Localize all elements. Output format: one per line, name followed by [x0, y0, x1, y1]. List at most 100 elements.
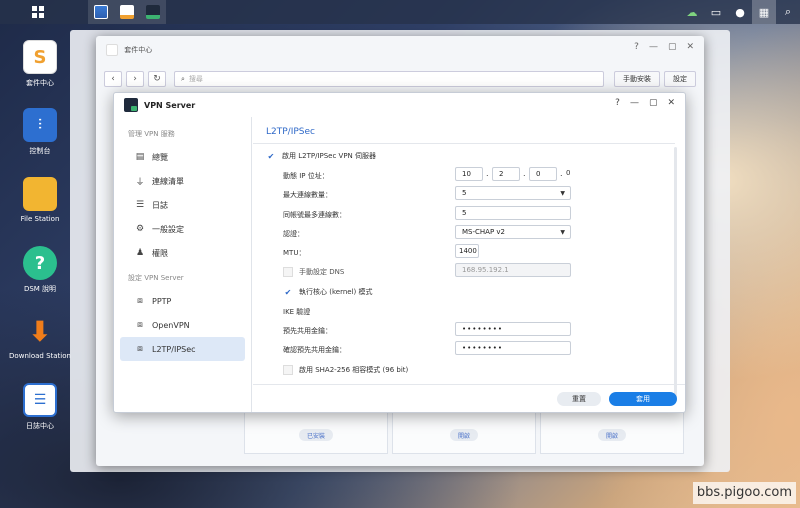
max-connections-select[interactable]: 5 ▼ [455, 186, 571, 200]
taskbar-vpn-server[interactable] [140, 0, 166, 24]
desktop-icon-label: 控制台 [29, 147, 51, 155]
sidebar-item-connection-list[interactable]: ⏚ 連線清單 [120, 169, 245, 193]
window-title: VPN Server [144, 100, 196, 110]
sidebar-item-pptp[interactable]: ⧈ PPTP [120, 289, 245, 313]
close-icon[interactable]: ✕ [686, 42, 694, 52]
desktop-icon-download-station[interactable]: ⬇ Download Station [4, 314, 76, 361]
desktop-icon-label: File Station [20, 215, 60, 223]
list-icon: ☰ [135, 200, 145, 210]
ip-octet-3-input[interactable]: 0 [529, 167, 557, 181]
log-center-icon: ☰ [23, 383, 57, 417]
plug-icon: ⏚ [135, 177, 145, 188]
taskbar-package-center[interactable] [88, 0, 114, 24]
network-icon: ⧈ [137, 296, 143, 306]
package-center-icon: S [23, 40, 57, 74]
desktop-icon-control-panel[interactable]: ⫶ 控制台 [4, 108, 76, 156]
open-button[interactable]: 開啟 [597, 429, 627, 441]
manual-dns-checkbox[interactable] [283, 267, 293, 277]
ip-separator: . [486, 169, 489, 178]
sidebar-item-overview[interactable]: ▤ 總覽 [120, 145, 245, 169]
help-icon[interactable]: ? [634, 42, 639, 52]
watermark: bbs.pigoo.com [692, 482, 796, 504]
sidebar-item-log[interactable]: ☰ 日誌 [120, 193, 245, 217]
search-icon[interactable]: ⌕ [776, 0, 800, 24]
sidebar-item-l2tp-ipsec[interactable]: ⧈ L2TP/IPSec [120, 337, 245, 361]
divider [253, 143, 675, 144]
overview-icon: ▤ [135, 152, 145, 162]
open-button[interactable]: 開啟 [449, 429, 479, 441]
sha2-checkbox[interactable] [283, 365, 293, 375]
widgets-icon[interactable]: ▦ [752, 0, 776, 24]
enable-l2tp-row: ✔ 啟用 L2TP/IPSec VPN 伺服器 [266, 151, 377, 161]
psk-input[interactable]: •••••••• [455, 322, 571, 336]
network-icon: ⧈ [137, 320, 143, 330]
window-controls: ? — ▢ ✕ [615, 98, 675, 108]
ip-octet-1-input[interactable]: 10 [455, 167, 483, 181]
desktop-icon-label: Download Station [9, 352, 71, 360]
main-menu-grid-icon[interactable] [24, 0, 52, 24]
ip-separator: . [560, 169, 563, 178]
toolbar: ‹ › ↻ ⌕ 搜尋 手動安裝 設定 [104, 68, 696, 90]
forward-button[interactable]: › [126, 71, 144, 87]
search-icon: ⌕ [181, 74, 185, 83]
kernel-mode-checkbox[interactable]: ✔ [283, 287, 293, 297]
vpn-server-window: VPN Server ? — ▢ ✕ 管理 VPN 服務 ▤ 總覽 ⏚ 連線清單… [113, 92, 686, 413]
dns-input[interactable]: 168.95.192.1 [455, 263, 571, 277]
reset-button[interactable]: 重置 [557, 392, 601, 406]
chat-icon[interactable]: ▭ [704, 0, 728, 24]
sidebar: 管理 VPN 服務 ▤ 總覽 ⏚ 連線清單 ☰ 日誌 ⚙ 一般設定 ♟ 權限 設… [114, 117, 252, 412]
dropdown-caret-icon: ▼ [560, 190, 565, 197]
kernel-mode-row: ✔ 執行核心 (kernel) 模式 [283, 287, 373, 297]
sha2-row: 啟用 SHA2-256 相容模式 (96 bit) [283, 365, 408, 375]
ip-octet-2-input[interactable]: 2 [492, 167, 520, 181]
desktop-icon-dsm-help[interactable]: ? DSM 說明 [4, 246, 76, 294]
desktop-icon-label: 日誌中心 [26, 422, 54, 430]
settings-panel: L2TP/IPSec ✔ 啟用 L2TP/IPSec VPN 伺服器 動態 IP… [253, 117, 685, 412]
ip-octet-4-value: 0 [566, 169, 571, 177]
minimize-icon[interactable]: — [649, 42, 658, 52]
sidebar-item-privileges[interactable]: ♟ 權限 [120, 241, 245, 265]
gear-icon: ⚙ [135, 224, 145, 234]
user-icon[interactable]: ● [728, 0, 752, 24]
desktop-icon-log-center[interactable]: ☰ 日誌中心 [4, 383, 76, 431]
apply-button[interactable]: 套用 [609, 392, 677, 406]
search-input[interactable]: ⌕ 搜尋 [174, 71, 604, 87]
max-same-account-label: 同帳號最多連線數： [283, 211, 346, 219]
minimize-icon[interactable]: — [630, 98, 639, 108]
sidebar-item-openvpn[interactable]: ⧈ OpenVPN [120, 313, 245, 337]
cloud-sync-icon[interactable]: ☁ [680, 0, 704, 24]
installed-button[interactable]: 已安裝 [298, 429, 334, 441]
taskbar-text-editor[interactable] [114, 0, 140, 24]
desktop-icon-package-center[interactable]: S 套件中心 [4, 40, 76, 88]
auth-select[interactable]: MS-CHAP v2 ▼ [455, 225, 571, 239]
dropdown-caret-icon: ▼ [560, 229, 565, 236]
desktop-icon-file-station[interactable]: File Station [4, 177, 76, 223]
window-title: 套件中心 [106, 44, 152, 56]
psk-confirm-label: 確認預先共用金鑰： [283, 346, 346, 354]
ike-heading: IKE 驗證 [283, 308, 311, 316]
close-icon[interactable]: ✕ [667, 98, 675, 108]
psk-confirm-input[interactable]: •••••••• [455, 341, 571, 355]
taskbar-apps [88, 0, 166, 24]
manual-install-button[interactable]: 手動安裝 [614, 71, 660, 87]
max-same-account-input[interactable]: 5 [455, 206, 571, 220]
back-button[interactable]: ‹ [104, 71, 122, 87]
users-icon: ♟ [135, 248, 145, 258]
folder-icon [23, 177, 57, 211]
dynamic-ip-label: 動態 IP 位址： [283, 172, 329, 180]
scrollbar[interactable] [674, 147, 677, 397]
desktop-icon-label: DSM 說明 [23, 285, 57, 293]
refresh-button[interactable]: ↻ [148, 71, 166, 87]
maximize-icon[interactable]: ▢ [649, 98, 658, 108]
mtu-input[interactable]: 1400 [455, 244, 479, 258]
maximize-icon[interactable]: ▢ [668, 42, 677, 52]
help-icon[interactable]: ? [615, 98, 620, 108]
enable-l2tp-checkbox[interactable]: ✔ [266, 151, 276, 161]
settings-button[interactable]: 設定 [664, 71, 696, 87]
network-icon: ⧈ [137, 344, 143, 354]
auth-label: 認證： [283, 230, 304, 238]
taskbar: ☁ ▭ ● ▦ ⌕ [0, 0, 800, 24]
sidebar-item-general-settings[interactable]: ⚙ 一般設定 [120, 217, 245, 241]
control-panel-icon: ⫶ [23, 108, 57, 142]
section-title: L2TP/IPSec [266, 127, 315, 137]
